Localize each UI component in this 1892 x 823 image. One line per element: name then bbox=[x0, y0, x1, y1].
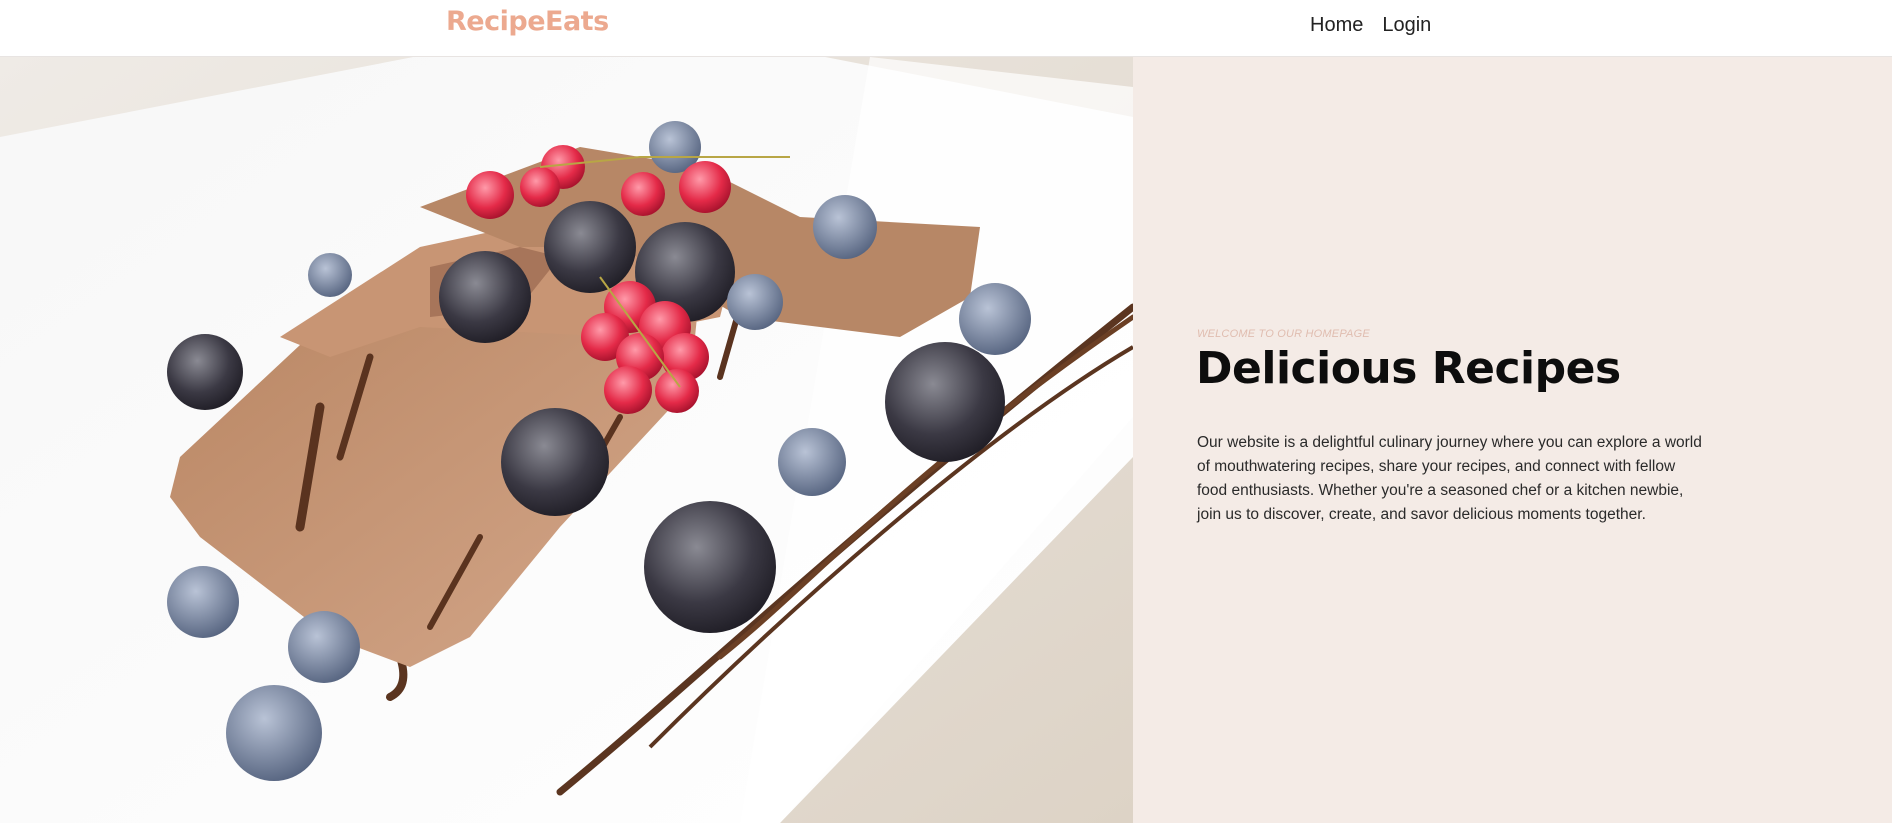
navbar: RecipeEats Home Login bbox=[0, 0, 1892, 57]
hero-eyebrow: WELCOME TO OUR HOMEPAGE bbox=[1197, 328, 1370, 340]
hero-text-panel: WELCOME TO OUR HOMEPAGE Delicious Recipe… bbox=[1133, 57, 1892, 823]
dessert-photo-illustration bbox=[0, 57, 1133, 823]
hero-dessert-image bbox=[0, 57, 1133, 823]
nav-links: Home Login bbox=[1310, 12, 1431, 38]
nav-link-login[interactable]: Login bbox=[1382, 12, 1431, 38]
nav-link-home[interactable]: Home bbox=[1310, 12, 1363, 38]
hero-title: Delicious Recipes bbox=[1196, 343, 1621, 394]
brand-logo[interactable]: RecipeEats bbox=[446, 6, 609, 37]
hero-description: Our website is a delightful culinary jou… bbox=[1197, 434, 1702, 523]
hero-section: WELCOME TO OUR HOMEPAGE Delicious Recipe… bbox=[0, 57, 1892, 823]
